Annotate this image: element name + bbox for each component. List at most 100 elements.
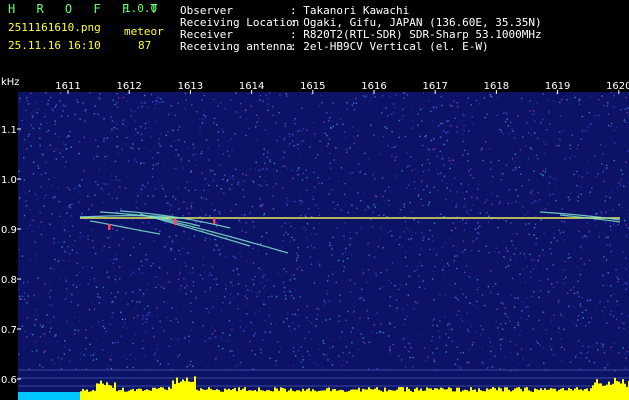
- noise-dot: [250, 105, 252, 107]
- noise-dot: [284, 125, 287, 128]
- noise-dot: [391, 146, 393, 149]
- noise-dot: [579, 357, 582, 360]
- noise-dot: [616, 126, 618, 128]
- amplitude-bar: [608, 381, 610, 400]
- noise-dot: [565, 276, 567, 279]
- noise-dot: [552, 100, 555, 102]
- noise-dot: [303, 140, 305, 142]
- amplitude-bar: [484, 391, 486, 400]
- noise-dot: [214, 330, 216, 332]
- noise-dot: [482, 159, 484, 162]
- noise-dot: [270, 323, 272, 325]
- noise-dot: [268, 296, 270, 298]
- noise-dot: [214, 238, 217, 241]
- noise-dot: [199, 131, 201, 133]
- noise-dot: [581, 115, 584, 118]
- noise-dot: [342, 123, 344, 125]
- meteor-echo: [174, 219, 177, 225]
- amplitude-bar: [422, 390, 424, 400]
- noise-dot: [229, 350, 232, 352]
- noise-dot: [122, 356, 125, 358]
- noise-dot: [95, 286, 97, 288]
- noise-dot: [215, 357, 217, 360]
- noise-dot: [88, 308, 91, 311]
- noise-dot: [432, 107, 434, 110]
- noise-dot: [284, 137, 286, 139]
- amplitude-bar: [578, 389, 580, 400]
- noise-dot: [168, 345, 171, 348]
- noise-dot: [160, 144, 162, 146]
- noise-dot: [441, 122, 443, 125]
- noise-dot: [272, 208, 275, 210]
- noise-dot: [520, 97, 523, 100]
- noise-dot: [43, 197, 45, 199]
- amplitude-bar: [392, 390, 394, 400]
- amplitude-bar: [504, 387, 506, 400]
- noise-dot: [609, 229, 612, 231]
- noise-dot: [56, 148, 58, 150]
- noise-dot: [449, 167, 451, 170]
- noise-dot: [275, 183, 278, 185]
- noise-dot: [222, 178, 224, 181]
- noise-dot: [474, 228, 477, 230]
- noise-dot: [306, 129, 308, 131]
- noise-dot: [357, 348, 359, 351]
- noise-dot: [472, 341, 474, 344]
- noise-dot: [567, 292, 569, 294]
- noise-dot: [230, 138, 232, 140]
- noise-dot: [544, 171, 546, 173]
- noise-dot: [266, 150, 268, 152]
- noise-dot: [486, 212, 488, 214]
- noise-dot: [587, 126, 589, 128]
- noise-dot: [381, 177, 384, 179]
- noise-dot: [359, 200, 362, 202]
- noise-dot: [609, 222, 611, 224]
- noise-dot: [98, 97, 100, 99]
- amplitude-bar: [358, 387, 360, 400]
- noise-dot: [145, 321, 147, 323]
- noise-dot: [330, 127, 332, 129]
- noise-dot: [622, 185, 625, 187]
- amplitude-bar: [116, 391, 118, 400]
- amplitude-bar: [386, 391, 388, 400]
- amplitude-bar: [558, 389, 560, 400]
- noise-dot: [529, 110, 531, 112]
- noise-dot: [463, 229, 465, 231]
- noise-dot: [498, 251, 500, 253]
- amplitude-bar: [290, 388, 292, 400]
- noise-dot: [290, 295, 293, 297]
- amplitude-bar: [180, 381, 182, 400]
- noise-dot: [242, 188, 244, 191]
- noise-dot: [578, 295, 580, 298]
- noise-dot: [420, 248, 422, 250]
- noise-dot: [158, 267, 161, 269]
- noise-dot: [230, 210, 232, 212]
- noise-dot: [451, 340, 454, 342]
- noise-dot: [579, 368, 582, 370]
- amplitude-bar: [118, 390, 120, 400]
- amplitude-bar: [134, 391, 136, 400]
- noise-dot: [570, 192, 572, 194]
- noise-dot: [69, 206, 72, 209]
- noise-dot: [624, 121, 627, 123]
- noise-dot: [217, 131, 220, 133]
- amplitude-bar: [152, 387, 154, 400]
- noise-dot: [443, 143, 445, 146]
- noise-dot: [263, 153, 265, 156]
- amplitude-bar: [590, 388, 592, 400]
- noise-dot: [262, 300, 264, 302]
- noise-dot: [507, 265, 510, 267]
- noise-dot: [110, 174, 113, 176]
- noise-dot: [529, 253, 531, 256]
- noise-dot: [400, 209, 402, 211]
- noise-dot: [476, 237, 478, 240]
- x-tick-label: 1611: [55, 81, 80, 92]
- noise-dot: [294, 328, 296, 330]
- noise-dot: [514, 257, 516, 260]
- noise-dot: [69, 235, 71, 237]
- noise-dot: [32, 219, 34, 222]
- noise-dot: [201, 99, 203, 101]
- noise-dot: [477, 292, 479, 294]
- noise-dot: [234, 257, 237, 259]
- noise-dot: [35, 350, 38, 352]
